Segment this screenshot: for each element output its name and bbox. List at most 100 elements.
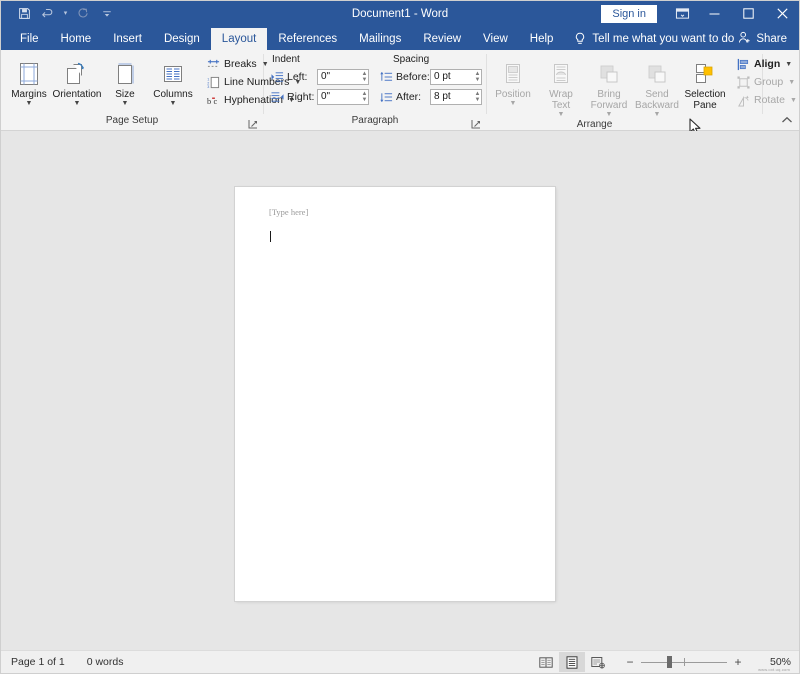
zoom-in-button[interactable]: + [731, 656, 745, 668]
page-number-status[interactable]: Page 1 of 1 [11, 656, 65, 668]
margins-button[interactable]: Margins ▼ [5, 53, 53, 107]
stepper-down-icon[interactable]: ▼ [361, 97, 368, 103]
tab-design[interactable]: Design [153, 28, 211, 50]
rotate-label: Rotate [754, 94, 785, 106]
columns-icon [160, 55, 186, 87]
selection-pane-button[interactable]: Selection Pane [681, 53, 729, 111]
stepper-arrows[interactable]: ▲ ▼ [361, 90, 368, 104]
stepper-arrows[interactable]: ▲ ▼ [474, 90, 481, 104]
tab-home[interactable]: Home [50, 28, 103, 50]
undo-dropdown-icon[interactable]: ▾ [61, 4, 70, 24]
stepper-arrows[interactable]: ▲ ▼ [474, 70, 481, 84]
indent-left-row: Left: ▲▼ [270, 67, 369, 86]
spacing-before-label: Before: [396, 70, 430, 83]
bring-forward-button[interactable]: Bring Forward ▼ [585, 53, 633, 118]
share-label: Share [756, 33, 787, 45]
spacing-after-icon [379, 90, 393, 104]
status-bar: Page 1 of 1 0 words − + 50% www.oxt.uq.c… [1, 650, 799, 673]
redo-icon[interactable] [72, 4, 94, 24]
stepper-arrows[interactable]: ▲ ▼ [361, 70, 368, 84]
word-count-status[interactable]: 0 words [87, 656, 124, 668]
columns-button[interactable]: Columns ▼ [149, 53, 197, 107]
spacing-before-row: Before: ▲▼ [379, 67, 482, 86]
align-button[interactable]: Align ▼ [733, 55, 800, 73]
print-layout-icon[interactable] [559, 652, 585, 672]
zoom-out-button[interactable]: − [623, 656, 637, 668]
tab-help[interactable]: Help [519, 28, 565, 50]
stepper-down-icon[interactable]: ▼ [361, 77, 368, 83]
group-button[interactable]: Group ▼ [733, 73, 800, 91]
web-layout-icon[interactable] [585, 652, 611, 672]
indent-right-input[interactable] [318, 91, 361, 102]
undo-icon[interactable] [37, 4, 59, 24]
svg-text:b: b [207, 97, 211, 106]
tab-mailings[interactable]: Mailings [348, 28, 412, 50]
close-icon[interactable] [765, 1, 799, 26]
hyphenation-icon: bc [206, 94, 221, 107]
minimize-icon[interactable] [697, 1, 731, 26]
page-setup-dialog-launcher[interactable] [248, 117, 260, 129]
chevron-down-icon: ▼ [789, 96, 797, 104]
indent-left-stepper[interactable]: ▲▼ [317, 68, 369, 85]
ribbon: Margins ▼ Orientation ▼ Size ▼ Columns ▼… [1, 50, 799, 135]
zoom-level-button[interactable]: 50% www.oxt.uq.com [749, 656, 791, 672]
tab-review[interactable]: Review [412, 28, 472, 50]
tab-insert[interactable]: Insert [102, 28, 153, 50]
quick-access-toolbar: ▾ [1, 4, 118, 24]
watermark-text: www.oxt.uq.com [758, 667, 790, 672]
lightbulb-icon [574, 32, 586, 46]
stepper-down-icon[interactable]: ▼ [474, 97, 481, 103]
share-person-icon [738, 31, 751, 47]
tab-references[interactable]: References [267, 28, 348, 50]
zoom-slider[interactable] [641, 655, 727, 669]
indent-left-icon [270, 70, 284, 84]
spacing-before-input[interactable] [431, 71, 474, 82]
tab-layout[interactable]: Layout [210, 28, 268, 50]
spacing-after-input[interactable] [431, 91, 474, 102]
chevron-down-icon: ▼ [25, 100, 33, 107]
title-bar: ▾ Document1 - Word Sign in [1, 1, 799, 26]
tab-file[interactable]: File [9, 28, 50, 50]
save-icon[interactable] [13, 4, 35, 24]
document-workspace[interactable]: [Type here] [1, 131, 799, 650]
zoom-slider-thumb[interactable] [667, 656, 672, 668]
position-button[interactable]: Position ▼ [489, 53, 537, 107]
chevron-down-icon: ▼ [653, 111, 661, 118]
ribbon-display-options-icon[interactable] [667, 1, 697, 26]
columns-label: Columns [153, 89, 193, 100]
share-button[interactable]: Share [738, 28, 799, 50]
zoom-controls: − + 50% www.oxt.uq.com [623, 655, 791, 672]
orientation-button[interactable]: Orientation ▼ [53, 53, 101, 107]
wrap-text-label: Wrap Text [549, 89, 573, 111]
arrange-group-label: Arrange [576, 119, 613, 130]
indent-left-input[interactable] [318, 71, 361, 82]
tab-view[interactable]: View [472, 28, 519, 50]
breaks-icon [206, 58, 221, 71]
rotate-button[interactable]: Rotate ▼ [733, 91, 800, 109]
chevron-down-icon: ▼ [785, 60, 793, 68]
spacing-before-stepper[interactable]: ▲▼ [430, 68, 482, 85]
ribbon-group-arrange: Position ▼ Wrap Text ▼ Bring Forward ▼ S… [487, 50, 797, 130]
read-mode-icon[interactable] [533, 652, 559, 672]
sign-in-button[interactable]: Sign in [601, 4, 657, 23]
indent-header: Indent [272, 54, 300, 65]
wrap-text-button[interactable]: Wrap Text ▼ [537, 53, 585, 118]
chevron-down-icon: ▼ [73, 100, 81, 107]
size-button[interactable]: Size ▼ [101, 53, 149, 107]
collapse-ribbon-icon[interactable] [779, 112, 795, 128]
maximize-icon[interactable] [731, 1, 765, 26]
stepper-down-icon[interactable]: ▼ [474, 77, 481, 83]
spacing-after-stepper[interactable]: ▲▼ [430, 88, 482, 105]
send-backward-button[interactable]: Send Backward ▼ [633, 53, 681, 118]
ribbon-tab-strip: File Home Insert Design Layout Reference… [1, 26, 799, 73]
ribbon-group-page-setup: Margins ▼ Orientation ▼ Size ▼ Columns ▼… [1, 50, 301, 130]
spacing-column: Spacing Before: ▲▼ [379, 53, 482, 107]
indent-right-stepper[interactable]: ▲▼ [317, 88, 369, 105]
tell-me-search[interactable]: Tell me what you want to do [564, 28, 734, 50]
breaks-label: Breaks [224, 58, 257, 70]
send-backward-icon [644, 55, 670, 87]
chevron-down-icon: ▼ [169, 100, 177, 107]
title-bar-right-controls: Sign in [601, 1, 799, 26]
document-page[interactable]: [Type here] [235, 187, 555, 601]
customize-quick-access-toolbar-icon[interactable] [96, 4, 118, 24]
